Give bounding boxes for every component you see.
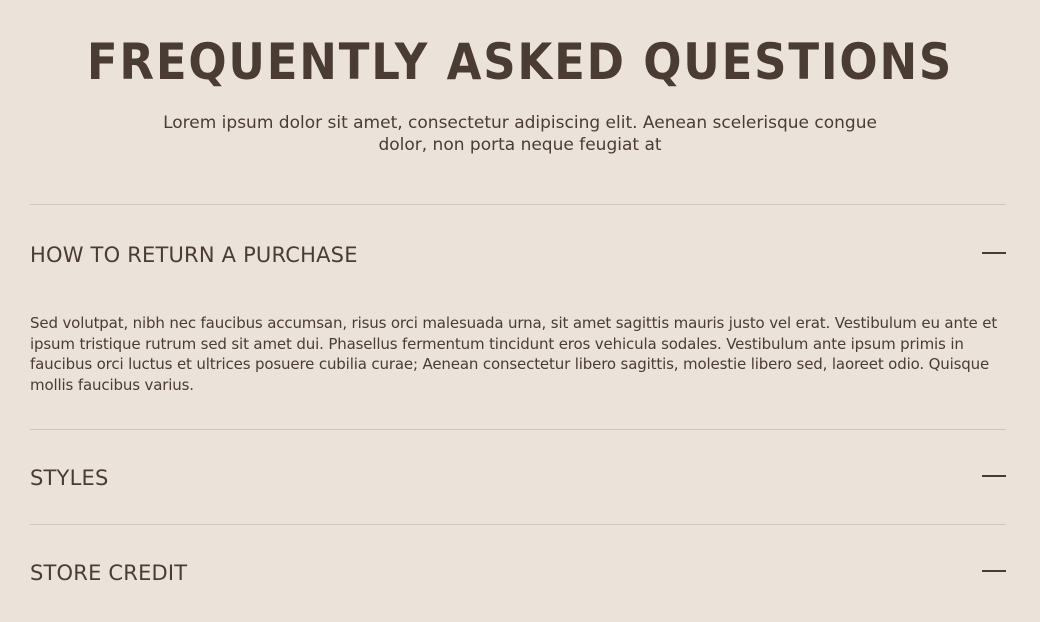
faq-question-label: STORE CREDIT [30,561,188,585]
page-subtitle: Lorem ipsum dolor sit amet, consectetur … [163,113,877,155]
faq-item-return: HOW TO RETURN A PURCHASE Sed volutpat, n… [30,204,1006,429]
faq-question-label: HOW TO RETURN A PURCHASE [30,243,358,267]
minus-icon[interactable] [982,242,1006,266]
minus-icon[interactable] [982,465,1006,489]
faq-header-store-credit[interactable]: STORE CREDIT [30,525,1006,619]
faq-page: FREQUENTLY ASKED QUESTIONS Lorem ipsum d… [0,0,1040,622]
minus-icon[interactable] [982,560,1006,584]
faq-answer-text: Sed volutpat, nibh nec faucibus accumsan… [30,314,998,394]
faq-item-styles: STYLES [30,429,1006,524]
page-title: FREQUENTLY ASKED QUESTIONS [86,33,954,91]
faq-list: HOW TO RETURN A PURCHASE Sed volutpat, n… [30,204,1006,619]
faq-header-styles[interactable]: STYLES [30,430,1006,524]
faq-question-label: STYLES [30,466,109,490]
faq-header-return[interactable]: HOW TO RETURN A PURCHASE [30,205,1006,303]
faq-item-store-credit: STORE CREDIT [30,524,1006,619]
